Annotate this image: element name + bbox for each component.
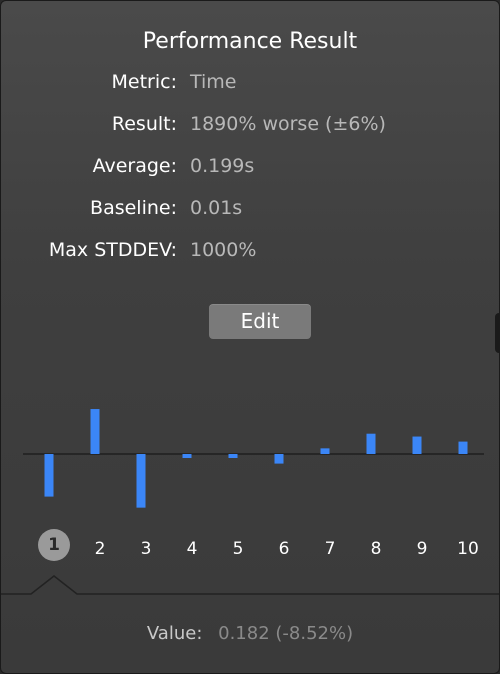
metric-value: Time (190, 71, 237, 93)
bar-iteration-2[interactable] (90, 409, 100, 454)
max-stddev-value: 1000% (190, 239, 257, 261)
iteration-label-9[interactable]: 9 (404, 534, 440, 564)
iterations-bar-chart (23, 409, 484, 508)
popover-title: Performance Result (142, 29, 358, 54)
metric-label: Metric: (111, 71, 177, 93)
edit-button[interactable]: Edit (209, 304, 311, 339)
metric-row-baseline: Baseline: 0.01s (1, 197, 499, 227)
selection-pointer (1, 575, 499, 595)
iteration-label-1[interactable]: 1 (38, 529, 70, 561)
baseline-value: 0.01s (190, 197, 243, 219)
iteration-label-3[interactable]: 3 (128, 534, 164, 564)
bar-iteration-3[interactable] (136, 454, 146, 508)
iteration-label-7[interactable]: 7 (312, 534, 348, 564)
metric-row-max-stddev: Max STDDEV: 1000% (1, 239, 499, 269)
average-value: 0.199s (190, 155, 255, 177)
bar-iteration-9[interactable] (412, 436, 422, 454)
bar-iteration-1[interactable] (44, 454, 54, 497)
bar-iteration-8[interactable] (366, 433, 376, 454)
iteration-label-6[interactable]: 6 (266, 534, 302, 564)
iteration-label-5[interactable]: 5 (220, 534, 256, 564)
bar-iteration-10[interactable] (458, 441, 468, 454)
metric-row-result: Result: 1890% worse (±6%) (1, 113, 499, 143)
iteration-label-2[interactable]: 2 (82, 534, 118, 564)
footer-value-label: Value: (146, 623, 203, 644)
bar-iteration-4[interactable] (182, 454, 192, 458)
bar-iteration-6[interactable] (274, 454, 284, 464)
value-footer: Value: 0.182 (-8.52%) (1, 623, 499, 644)
iteration-label-10[interactable]: 10 (450, 534, 486, 564)
metric-row-metric: Metric: Time (1, 71, 499, 101)
max-stddev-label: Max STDDEV: (48, 239, 177, 261)
average-label: Average: (92, 155, 177, 177)
performance-result-popover: Performance Result Metric: Time Result: … (0, 0, 500, 674)
iteration-label-8[interactable]: 8 (358, 534, 394, 564)
metric-row-average: Average: 0.199s (1, 155, 499, 185)
popover-edge-notch (495, 313, 499, 353)
baseline-label: Baseline: (90, 197, 177, 219)
footer-value: 0.182 (-8.52%) (218, 623, 354, 644)
iteration-label-4[interactable]: 4 (174, 534, 210, 564)
bar-iteration-7[interactable] (320, 448, 330, 454)
result-value: 1890% worse (±6%) (190, 113, 386, 135)
result-label: Result: (111, 113, 177, 135)
bar-iteration-5[interactable] (228, 454, 238, 458)
